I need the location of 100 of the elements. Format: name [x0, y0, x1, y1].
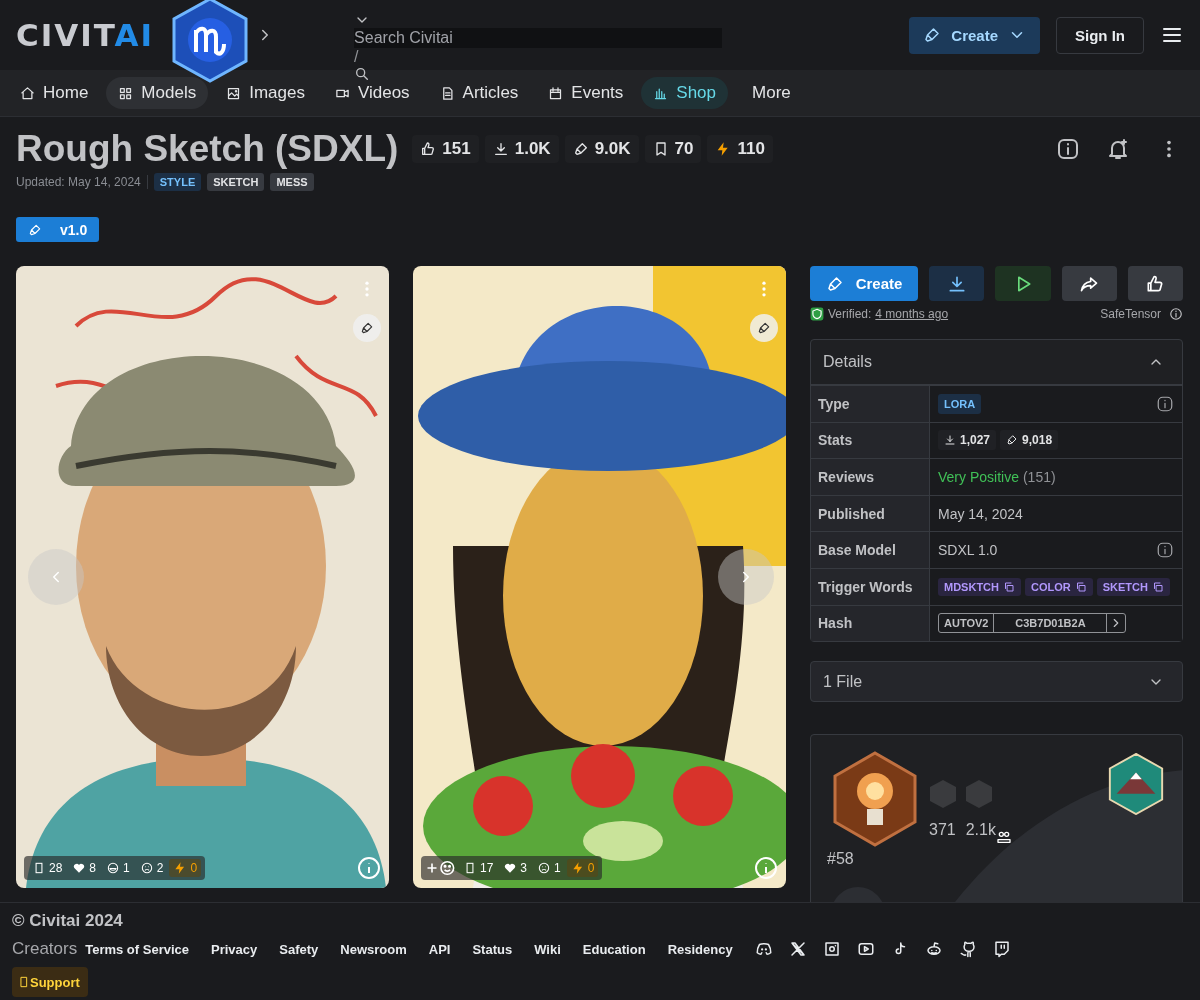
- copyright-text: © Civitai 2024: [12, 911, 123, 931]
- updated-date: Updated: May 14, 2024: [16, 175, 148, 189]
- info-icon[interactable]: [1156, 541, 1174, 560]
- heart-reaction-icon: [503, 861, 518, 875]
- stat-chip: 9,018: [1000, 430, 1059, 451]
- footer-link[interactable]: API: [428, 941, 451, 957]
- missing-glyph-icon: [20, 975, 28, 989]
- hexagon-icon: [965, 779, 993, 810]
- review-count: (151): [1022, 469, 1056, 485]
- reaction-count[interactable]: 1: [533, 859, 565, 877]
- nav-tab[interactable]: More: [740, 77, 789, 109]
- site-logo[interactable]: CIVITAI: [16, 17, 155, 53]
- reddit-icon[interactable]: [924, 940, 943, 958]
- trigger-word-chip[interactable]: MDSKTCH: [938, 577, 1021, 596]
- tag-badge[interactable]: STYLE: [153, 173, 202, 191]
- tag-badge[interactable]: SKETCH: [207, 173, 265, 191]
- info-icon[interactable]: [1169, 307, 1183, 321]
- create-button[interactable]: Create: [810, 266, 918, 301]
- stat-chip: 1,027: [938, 430, 997, 451]
- cry-reaction-icon: [139, 861, 154, 875]
- nav-tab[interactable]: Shop: [641, 77, 729, 109]
- nav-tab[interactable]: Events: [536, 77, 636, 109]
- trigger-word-chip[interactable]: SKETCH: [1096, 577, 1170, 596]
- footer-link[interactable]: Residency: [667, 941, 733, 957]
- footer-link[interactable]: Safety: [279, 941, 319, 957]
- info-icon[interactable]: [1156, 394, 1174, 413]
- brush-icon: [825, 274, 844, 293]
- calendar-icon: [548, 85, 564, 101]
- unknown-reaction-icon: [463, 861, 477, 875]
- reaction-count[interactable]: 0: [169, 859, 202, 877]
- nav-tab[interactable]: Images: [214, 77, 317, 109]
- brush-icon: [923, 26, 942, 44]
- twitch-icon[interactable]: [992, 940, 1011, 958]
- footer-link[interactable]: Terms of Service: [85, 941, 189, 957]
- reaction-count[interactable]: 1: [102, 859, 134, 877]
- copy-icon: [1151, 580, 1164, 593]
- brush-icon: [757, 321, 771, 335]
- reaction-count[interactable]: 2: [135, 859, 168, 877]
- nav-tab[interactable]: Models: [106, 77, 209, 109]
- notification-bell-icon[interactable]: [1106, 137, 1130, 161]
- discord-icon[interactable]: [754, 940, 773, 958]
- reaction-count[interactable]: 8: [68, 859, 101, 877]
- trigger-word-chip[interactable]: COLOR: [1025, 577, 1093, 596]
- home-icon: [20, 85, 35, 101]
- verified-label: Verified:: [828, 307, 872, 321]
- detail-label: Trigger Words: [811, 568, 930, 605]
- detail-label: Type: [811, 386, 930, 422]
- footer-link[interactable]: Privacy: [211, 941, 258, 957]
- version-button[interactable]: v1.0: [16, 217, 100, 242]
- reaction-count[interactable]: 17: [459, 859, 498, 877]
- hash-field[interactable]: AUTOV2 C3B7D01B2A: [938, 613, 1127, 634]
- detail-label: Reviews: [811, 459, 930, 495]
- type-badge: LORA: [938, 393, 982, 414]
- instagram-icon[interactable]: [822, 940, 841, 958]
- creator-stat: 371: [929, 821, 956, 840]
- model-title: Rough Sketch (SDXL): [16, 128, 399, 170]
- laugh-reaction-icon: [106, 861, 121, 875]
- brush-icon: [360, 321, 374, 335]
- image-icon: [226, 85, 242, 101]
- footer-link[interactable]: Newsroom: [340, 941, 407, 957]
- footer-link[interactable]: Wiki: [534, 941, 561, 957]
- stat-chip: 110: [707, 135, 773, 163]
- footer-link[interactable]: Creators: [12, 939, 78, 959]
- reaction-count[interactable]: 0: [566, 859, 599, 877]
- like-button[interactable]: [1127, 266, 1183, 301]
- search-icon[interactable]: [354, 66, 371, 82]
- x-icon[interactable]: [788, 940, 807, 958]
- create-button[interactable]: Create: [909, 16, 1040, 54]
- cry-reaction-icon: [537, 861, 552, 875]
- download-button[interactable]: [929, 266, 985, 301]
- mountain-badge-icon: [1108, 753, 1164, 816]
- tag-badge[interactable]: MESS: [270, 173, 314, 191]
- nav-tab[interactable]: Videos: [322, 77, 422, 109]
- add-reaction-icon[interactable]: [425, 859, 457, 877]
- detail-value: SDXL 1.0: [938, 542, 998, 559]
- brush-icon: [28, 222, 42, 237]
- search-field[interactable]: Search Civitai: [354, 28, 723, 48]
- info-icon[interactable]: [1056, 137, 1080, 161]
- reaction-count[interactable]: 28: [28, 859, 67, 877]
- verified-time-link[interactable]: 4 months ago: [875, 307, 949, 321]
- sign-in-button[interactable]: Sign In: [1056, 16, 1144, 54]
- detail-label: Hash: [811, 605, 930, 642]
- detail-label: Published: [811, 495, 930, 532]
- github-icon[interactable]: [958, 940, 977, 958]
- review-rating[interactable]: Very Positive: [938, 469, 1019, 485]
- users-icon: [995, 829, 1012, 846]
- youtube-icon[interactable]: [856, 940, 875, 958]
- creator-rank: #58: [827, 850, 854, 869]
- copy-icon: [1074, 580, 1087, 593]
- nav-tab[interactable]: Home: [8, 77, 101, 109]
- footer-link[interactable]: Education: [582, 941, 646, 957]
- reaction-count[interactable]: 3: [499, 859, 532, 877]
- next-button[interactable]: [718, 549, 774, 605]
- files-accordion[interactable]: 1 File: [810, 661, 1183, 703]
- play-button[interactable]: [995, 266, 1051, 301]
- footer-link[interactable]: Status: [472, 941, 513, 957]
- share-button[interactable]: [1061, 266, 1117, 301]
- support-button[interactable]: Support: [12, 967, 88, 997]
- download-icon: [492, 141, 509, 157]
- nav-tab[interactable]: Articles: [427, 77, 531, 109]
